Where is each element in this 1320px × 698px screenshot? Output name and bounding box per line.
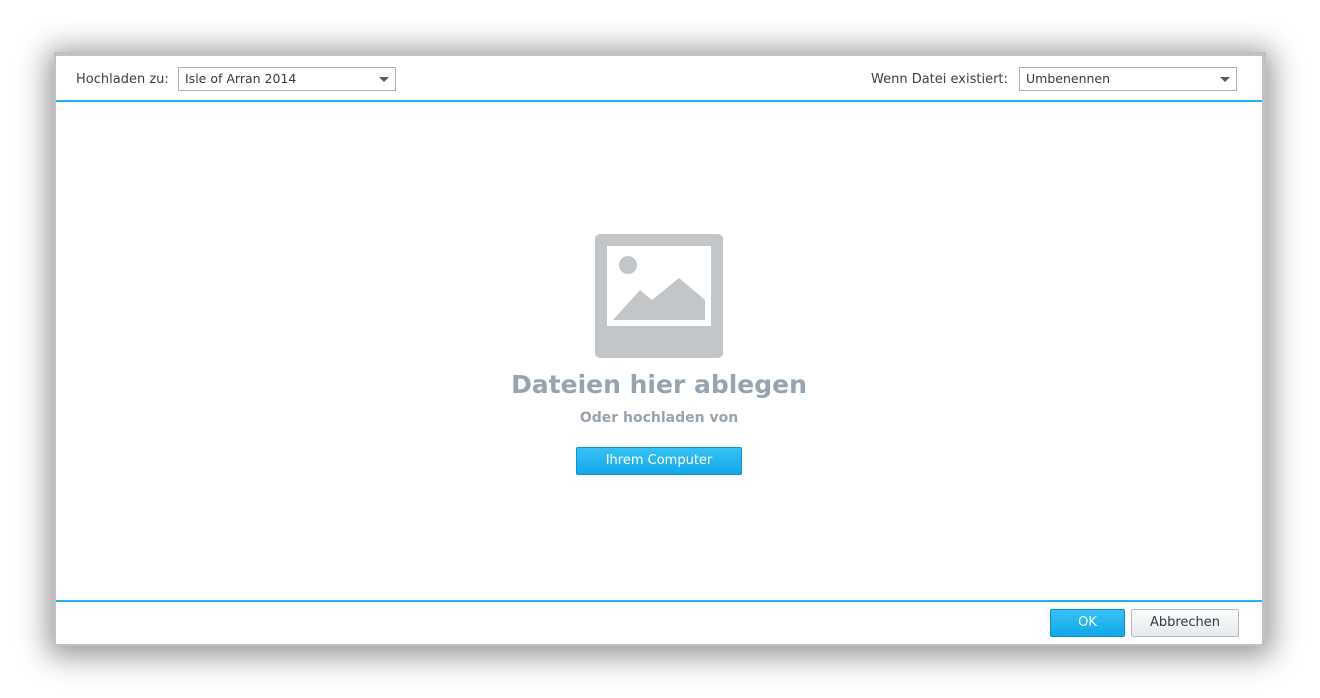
- drop-title: Dateien hier ablegen: [511, 370, 807, 399]
- image-placeholder-icon: [595, 234, 723, 358]
- ok-button[interactable]: OK: [1050, 609, 1125, 637]
- if-exists-label: Wenn Datei existiert:: [871, 72, 1008, 87]
- upload-dialog: Hochladen zu: Isle of Arran 2014 Wenn Da…: [56, 56, 1262, 644]
- chevron-down-icon: [1220, 77, 1230, 82]
- upload-to-label: Hochladen zu:: [76, 72, 169, 87]
- if-exists-value: Umbenennen: [1026, 71, 1111, 86]
- cancel-button[interactable]: Abbrechen: [1131, 609, 1239, 637]
- upload-from-computer-button[interactable]: Ihrem Computer: [576, 447, 742, 475]
- chevron-down-icon: [379, 77, 389, 82]
- drop-subtitle: Oder hochladen von: [579, 410, 739, 426]
- file-drop-zone[interactable]: Dateien hier ablegen Oder hochladen von …: [56, 102, 1262, 600]
- dialog-footer: OK Abbrechen: [56, 600, 1262, 646]
- upload-to-select[interactable]: Isle of Arran 2014: [178, 67, 396, 91]
- upload-toolbar: Hochladen zu: Isle of Arran 2014 Wenn Da…: [56, 56, 1262, 102]
- if-exists-select[interactable]: Umbenennen: [1019, 67, 1237, 91]
- upload-to-value: Isle of Arran 2014: [185, 71, 297, 86]
